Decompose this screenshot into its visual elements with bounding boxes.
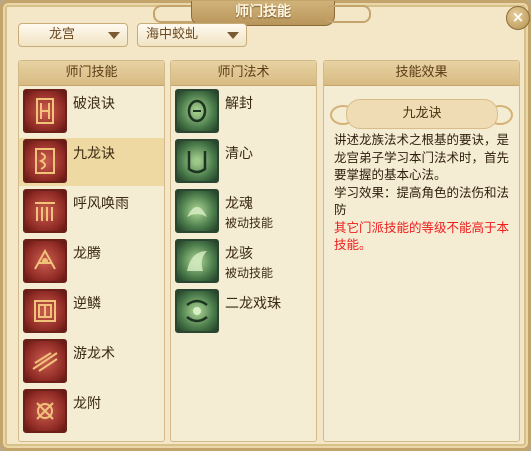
spell-name: 龙骇 (225, 246, 253, 262)
crest-icon (23, 89, 67, 133)
skill-item-selected[interactable]: 九龙诀 (19, 138, 164, 186)
spells-panel: 师门法术 解封 清心 龙魂 被动技能 龙骇 被动技能 二龙戏珠 (170, 60, 317, 442)
clear-mind-icon (175, 139, 219, 183)
effect-header: 技能效果 (324, 61, 519, 86)
sect-dropdown-value: 龙宫 (49, 27, 76, 42)
effect-skill-title: 九龙诀 (346, 99, 498, 129)
rune-icon (23, 139, 67, 183)
spell-item[interactable]: 解封 (171, 88, 316, 136)
twin-dragons-icon (175, 289, 219, 333)
dragon-soul-icon (175, 189, 219, 233)
skill-item[interactable]: 游龙术 (19, 338, 164, 386)
spell-item[interactable]: 二龙戏珠 (171, 288, 316, 336)
skill-name: 龙腾 (73, 246, 101, 262)
skill-name: 呼风唤雨 (73, 196, 129, 212)
sect-dropdown[interactable]: 龙宫 (18, 23, 128, 47)
skill-item[interactable]: 破浪诀 (19, 88, 164, 136)
skills-panel: 师门技能 破浪诀 九龙诀 呼风唤雨 龙腾 逆鳞 游龙术 龙附 (18, 60, 165, 442)
spell-passive-label: 被动技能 (225, 266, 274, 280)
effect-panel: 技能效果 九龙诀 讲述龙族法术之根基的要诀，是龙宫弟子学习本门法术时，首先要掌握… (323, 60, 520, 442)
wind-rain-icon (23, 189, 67, 233)
effect-learn: 学习效果：提高角色的法伤和法防 (334, 184, 510, 218)
spell-name: 龙魂 (225, 196, 253, 212)
skill-name: 逆鳞 (73, 296, 101, 312)
close-button[interactable]: × (506, 6, 530, 30)
skill-item[interactable]: 呼风唤雨 (19, 188, 164, 236)
category-dropdown-value: 海中蛟虬 (146, 27, 199, 42)
dragon-rise-icon (23, 239, 67, 283)
effect-lore: 讲述龙族法术之根基的要诀，是龙宫弟子学习本门法术时，首先要掌握的基本心法。 (334, 132, 510, 182)
chevron-down-icon (108, 32, 120, 39)
skill-name: 破浪诀 (73, 96, 115, 112)
chevron-down-icon (227, 32, 239, 39)
spell-item[interactable]: 清心 (171, 138, 316, 186)
spell-name: 解封 (225, 96, 253, 112)
skill-item[interactable]: 龙附 (19, 388, 164, 436)
skill-item[interactable]: 逆鳞 (19, 288, 164, 336)
wandering-dragon-icon (23, 339, 67, 383)
skill-item[interactable]: 龙腾 (19, 238, 164, 286)
scale-icon (23, 289, 67, 333)
effect-warning: 其它门派技能的等级不能高于本技能。 (334, 219, 510, 253)
spell-name: 清心 (225, 146, 253, 162)
spell-passive-label: 被动技能 (225, 216, 274, 230)
dragon-fear-icon (175, 239, 219, 283)
skills-window: 师门技能 × 龙宫 海中蛟虬 师门技能 破浪诀 九龙诀 呼风唤雨 龙腾 逆鳞 游… (0, 0, 531, 451)
skills-header: 师门技能 (19, 61, 164, 86)
unseal-icon (175, 89, 219, 133)
spell-item[interactable]: 龙骇 被动技能 (171, 238, 316, 286)
spells-header: 师门法术 (171, 61, 316, 86)
spell-name: 二龙戏珠 (225, 296, 281, 312)
dragon-attach-icon (23, 389, 67, 433)
skill-name: 龙附 (73, 396, 101, 412)
effect-description: 讲述龙族法术之根基的要诀，是龙宫弟子学习本门法术时，首先要掌握的基本心法。 学习… (334, 131, 514, 254)
title-ornament-right (325, 5, 371, 23)
skill-name: 九龙诀 (73, 146, 115, 162)
spell-item[interactable]: 龙魂 被动技能 (171, 188, 316, 236)
category-dropdown[interactable]: 海中蛟虬 (137, 23, 247, 47)
skill-name: 游龙术 (73, 346, 115, 362)
